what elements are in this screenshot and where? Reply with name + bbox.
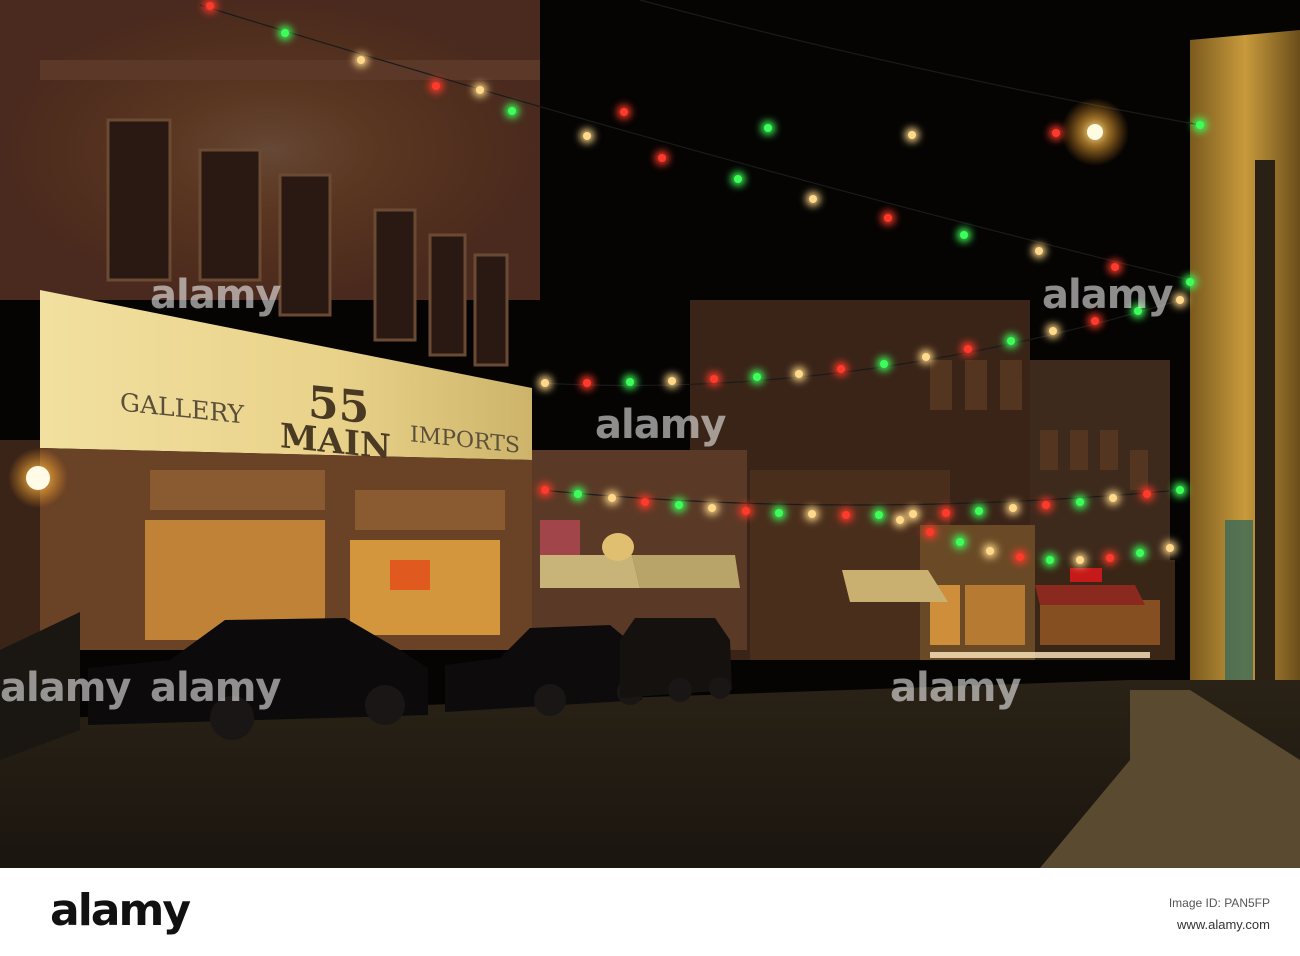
string-light-bulb	[1006, 336, 1015, 345]
watermark-right: alamy	[1042, 272, 1173, 318]
string-light-bulb	[774, 508, 783, 517]
string-light-bulb	[583, 378, 592, 387]
watermark-bottom-right: alamy	[890, 665, 1021, 711]
alamy-logo: alamy	[50, 885, 191, 936]
string-light-bulb	[1176, 296, 1184, 304]
string-light-bulb	[986, 546, 994, 555]
site-url: www.alamy.com	[1177, 917, 1270, 932]
string-light-bulb	[1186, 278, 1194, 286]
watermark-left: alamy	[150, 272, 281, 318]
watermark-far-left: alamy	[0, 665, 131, 711]
string-light-bulb	[1142, 490, 1151, 499]
string-light-bulb	[356, 56, 365, 65]
parked-suv	[620, 618, 732, 702]
string-light-bulb	[926, 527, 934, 536]
string-light-bulb	[1196, 121, 1204, 129]
string-light-bulb	[1052, 128, 1060, 137]
string-light-bulb	[1016, 553, 1024, 562]
footer-bar	[0, 868, 1300, 956]
watermark-center: alamy	[595, 402, 726, 448]
string-light-bulb	[582, 131, 591, 140]
string-light-bulb	[959, 230, 968, 239]
string-light-bulb	[908, 130, 916, 139]
image-meta: Image ID: PAN5FP www.alamy.com	[1169, 892, 1270, 936]
string-light-bulb	[607, 494, 616, 503]
string-light-bulb	[541, 379, 549, 387]
string-light-bulb	[752, 372, 761, 381]
street-photo: GALLERY IMPORTS 55 MAIN alamy alamy alam…	[0, 0, 1300, 868]
string-light-bulb	[1176, 486, 1184, 494]
string-light-bulb	[764, 123, 772, 132]
string-light-bulb	[625, 378, 634, 387]
string-light-bulb	[841, 510, 850, 519]
string-light-bulb	[620, 107, 628, 116]
string-light-bulb	[741, 506, 750, 515]
string-light-bulb	[879, 359, 888, 368]
image-id: Image ID: PAN5FP	[1168, 896, 1270, 910]
string-light-bulb	[1110, 262, 1119, 271]
watermark-bottom-left: alamy	[150, 665, 281, 711]
string-light-bulb	[896, 516, 904, 524]
string-light-bulb	[1166, 544, 1174, 552]
string-light-bulb	[795, 369, 803, 378]
string-light-bulb	[1075, 497, 1084, 506]
string-light-bulb	[1106, 553, 1114, 562]
string-light-bulb	[908, 510, 917, 519]
string-light-bulb	[206, 2, 214, 10]
string-light-bulb	[922, 352, 930, 361]
string-light-bulb	[674, 501, 683, 510]
string-light-bulb	[942, 508, 951, 517]
string-light-bulb	[541, 486, 549, 494]
string-light-bulb	[476, 86, 484, 94]
